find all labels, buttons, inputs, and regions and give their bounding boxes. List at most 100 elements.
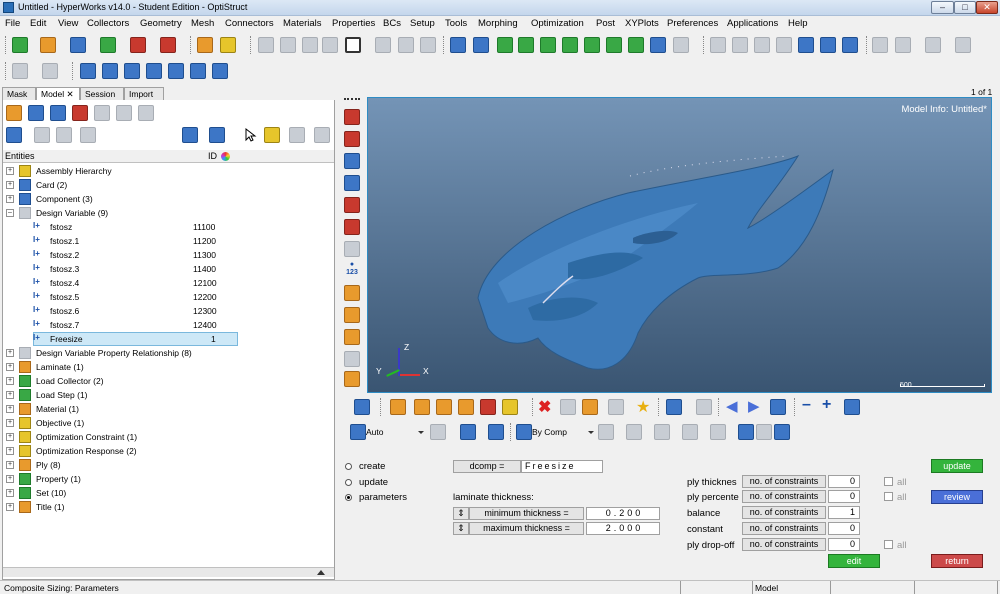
filter-icon[interactable] xyxy=(80,127,96,143)
tree-item-fstosz[interactable]: I+ fstosz 11100 xyxy=(3,220,334,234)
entities-column-header[interactable]: Entities xyxy=(5,151,35,161)
display-icon[interactable] xyxy=(414,399,430,415)
spin-vertical-icon[interactable] xyxy=(820,37,836,53)
tree-item-fstosz-3[interactable]: I+ fstosz.3 11400 xyxy=(3,262,334,276)
line-display-icon[interactable] xyxy=(430,424,446,440)
transparency-icon[interactable] xyxy=(344,241,360,257)
tree-item-card[interactable]: + Card (2) xyxy=(3,178,334,192)
previous-view-icon[interactable] xyxy=(473,37,489,53)
zoom-in-icon[interactable] xyxy=(710,37,726,53)
video-icon[interactable] xyxy=(212,63,228,79)
spin-horizontal-icon[interactable] xyxy=(798,37,814,53)
expand-icon[interactable]: + xyxy=(6,489,14,497)
expand-icon[interactable]: + xyxy=(6,181,14,189)
geometry-display-icon[interactable] xyxy=(354,399,370,415)
display-4-icon[interactable] xyxy=(480,399,496,415)
tree-item-fstosz-6[interactable]: I+ fstosz.6 12300 xyxy=(3,304,334,318)
frame-icon[interactable] xyxy=(344,371,360,387)
menu-connectors[interactable]: Connectors xyxy=(225,18,274,29)
label-abc-2-icon[interactable] xyxy=(344,329,360,345)
balance-count-field[interactable]: 1 xyxy=(828,506,860,519)
min-toggle-icon[interactable]: ⇕ xyxy=(453,507,469,520)
tree-item-freesize[interactable]: I+ Freesize 1 xyxy=(3,332,334,346)
tree-item-fstosz-2[interactable]: I+ fstosz.2 11300 xyxy=(3,248,334,262)
menu-post[interactable]: Post xyxy=(596,18,615,29)
tree-item-title[interactable]: + Title (1) xyxy=(3,500,334,514)
surface-display-icon[interactable] xyxy=(460,424,476,440)
expand-icon[interactable]: + xyxy=(6,405,14,413)
shrink-icon[interactable] xyxy=(710,424,726,440)
tab-import[interactable]: Import xyxy=(124,87,164,100)
display-5-icon[interactable] xyxy=(502,399,518,415)
elements-icon[interactable] xyxy=(344,197,360,213)
wrench-icon[interactable] xyxy=(696,399,712,415)
feature-line-icon[interactable] xyxy=(654,424,670,440)
tab-mask[interactable]: Mask xyxy=(2,87,36,100)
expand-icon[interactable]: + xyxy=(6,167,14,175)
car-model[interactable] xyxy=(368,98,991,392)
menu-help[interactable]: Help xyxy=(788,18,808,29)
tab-session[interactable]: Session xyxy=(80,87,124,100)
constant-count-field[interactable]: 0 xyxy=(828,522,860,535)
tree-item-material[interactable]: + Material (1) xyxy=(3,402,334,416)
collapse-icon[interactable]: – xyxy=(6,209,14,217)
tree-item-fstosz-4[interactable]: I+ fstosz.4 12100 xyxy=(3,276,334,290)
return-button[interactable]: return xyxy=(931,554,983,568)
tree-item-property[interactable]: + Property (1) xyxy=(3,472,334,486)
radio-create[interactable] xyxy=(345,463,352,470)
view-reset-icon[interactable] xyxy=(650,37,666,53)
reverse-icon[interactable] xyxy=(322,37,338,53)
mesh-display-icon[interactable] xyxy=(598,424,614,440)
ply-percentage-constraints-button[interactable]: no. of constraints xyxy=(742,490,826,503)
view-xy-icon[interactable] xyxy=(497,37,513,53)
menu-edit[interactable]: Edit xyxy=(30,18,46,29)
menu-xyplots[interactable]: XYPlots xyxy=(625,18,659,29)
menu-tools[interactable]: Tools xyxy=(445,18,467,29)
element-color-select[interactable]: By Comp xyxy=(532,427,567,437)
radio-parameters[interactable] xyxy=(345,494,352,501)
tree-item-opt-constraint[interactable]: + Optimization Constraint (1) xyxy=(3,430,334,444)
menu-applications[interactable]: Applications xyxy=(727,18,778,29)
dropdown-arrow-icon[interactable] xyxy=(418,431,424,434)
edge-display-icon[interactable] xyxy=(682,424,698,440)
menu-file[interactable]: File xyxy=(5,18,20,29)
menu-optimization[interactable]: Optimization xyxy=(531,18,584,29)
numbers-icon[interactable]: ● 123 xyxy=(344,261,360,277)
constant-constraints-button[interactable]: no. of constraints xyxy=(742,522,826,535)
tree-item-opt-response[interactable]: + Optimization Response (2) xyxy=(3,444,334,458)
view-iso-icon[interactable] xyxy=(628,37,644,53)
menu-view[interactable]: View xyxy=(58,18,78,29)
balance-constraints-button[interactable]: no. of constraints xyxy=(742,506,826,519)
page-info-icon[interactable] xyxy=(420,37,436,53)
zoom-icon[interactable] xyxy=(450,37,466,53)
saved-views-icon[interactable] xyxy=(673,37,689,53)
menu-properties[interactable]: Properties xyxy=(332,18,375,29)
layout-1-icon[interactable] xyxy=(80,63,96,79)
minimize-button[interactable]: – xyxy=(931,1,954,14)
tree-item-component[interactable]: + Component (3) xyxy=(3,192,334,206)
component-view-icon[interactable] xyxy=(6,105,22,121)
pattern-icon[interactable] xyxy=(756,424,772,440)
color-mode-select[interactable]: Auto xyxy=(366,427,384,437)
tree-item-fstosz-1[interactable]: I+ fstosz.1 11200 xyxy=(3,234,334,248)
dropdown-arrow-icon[interactable] xyxy=(588,431,594,434)
save-model-icon[interactable] xyxy=(70,37,86,53)
back-arrow-icon[interactable]: ◀ xyxy=(726,397,738,415)
shaded-icon[interactable] xyxy=(344,153,360,169)
copy-icon[interactable] xyxy=(895,37,911,53)
ply-percentage-all-checkbox[interactable] xyxy=(884,492,893,501)
tree-item-assembly-hierarchy[interactable]: + Assembly Hierarchy xyxy=(3,164,334,178)
spin-center-icon[interactable] xyxy=(842,37,858,53)
max-toggle-icon[interactable]: ⇕ xyxy=(453,522,469,535)
menu-collectors[interactable]: Collectors xyxy=(87,18,129,29)
new-model-icon[interactable] xyxy=(12,37,28,53)
expand-icon[interactable]: + xyxy=(6,503,14,511)
menu-mesh[interactable]: Mesh xyxy=(191,18,214,29)
close-tab-icon[interactable]: ✕ xyxy=(67,89,74,99)
layout-3-icon[interactable] xyxy=(124,63,140,79)
panel-splitter[interactable] xyxy=(3,567,334,577)
import-icon[interactable] xyxy=(100,37,116,53)
find-icon[interactable] xyxy=(608,399,624,415)
color-mode-icon[interactable] xyxy=(350,424,366,440)
ply-thickness-constraints-button[interactable]: no. of constraints xyxy=(742,475,826,488)
